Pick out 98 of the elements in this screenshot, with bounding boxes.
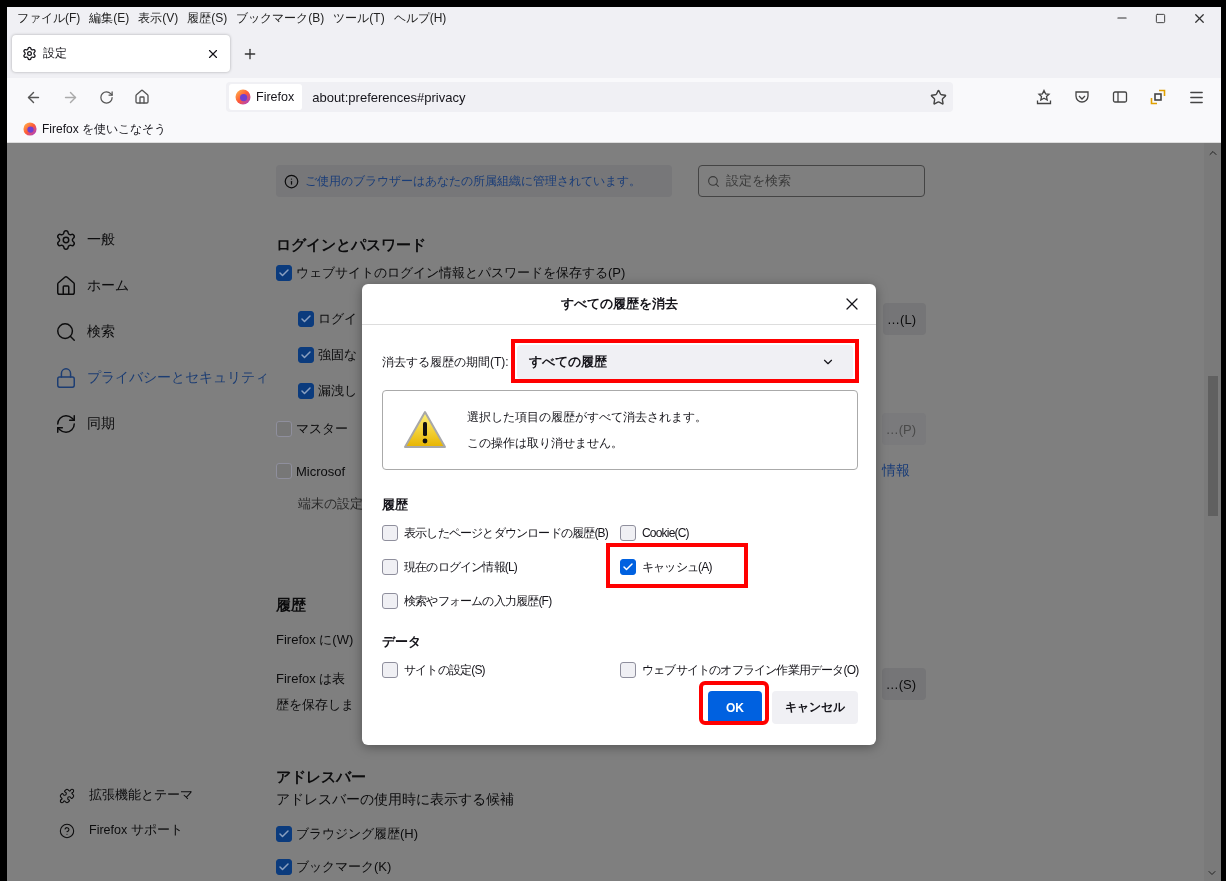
option-label: ウェブサイトのオフライン作業用データ(O) — [642, 661, 859, 679]
menu-item[interactable]: ブックマーク(B) — [236, 9, 325, 27]
check-icon — [278, 267, 290, 279]
check-icon — [300, 313, 312, 325]
puzzle-icon — [59, 787, 75, 804]
check-icon — [300, 349, 312, 361]
section-description: アドレスバーの使用時に表示する候補 — [276, 791, 514, 809]
search-placeholder: 設定を検索 — [726, 172, 791, 190]
settings-icon — [55, 229, 77, 251]
menu-item[interactable]: 履歴(S) — [187, 9, 228, 27]
extension-icon[interactable] — [1150, 89, 1166, 105]
option-label: Cookie(C) — [642, 526, 689, 540]
tab-title: 設定 — [43, 45, 68, 62]
sidebar-link[interactable]: 拡張機能とテーマ — [55, 778, 276, 813]
pocket-icon[interactable] — [1074, 89, 1090, 105]
sidebar-icon[interactable] — [1112, 89, 1128, 105]
sidebar-item[interactable]: ホーム — [55, 263, 276, 309]
menu-item[interactable]: ファイル(F) — [17, 9, 81, 27]
browser-tab[interactable]: 設定 — [12, 35, 230, 72]
sync-icon — [55, 413, 77, 435]
option-label: ブラウジング履歴(H) — [296, 825, 419, 843]
checkbox[interactable] — [298, 383, 314, 399]
checkbox[interactable] — [382, 559, 398, 575]
option-label: 現在のログイン情報(L) — [404, 558, 518, 576]
option-label: キャッシュ(A) — [642, 558, 712, 576]
info-icon — [284, 173, 299, 189]
option-label: 検索やフォームの入力履歴(F) — [404, 592, 552, 610]
menu-item[interactable]: ツール(T) — [333, 9, 385, 27]
checkbox[interactable] — [298, 311, 314, 327]
check-icon — [278, 861, 290, 873]
section-heading: アドレスバー — [276, 767, 366, 787]
option-note: 端末の設定 — [298, 496, 363, 513]
menu-item[interactable]: 編集(E) — [89, 9, 130, 27]
clear-history-button[interactable]: …(S) — [881, 668, 926, 700]
search-icon — [55, 321, 77, 343]
cancel-button[interactable]: キャンセル — [772, 691, 858, 724]
browser-logo-icon — [23, 122, 37, 136]
browser-logo-icon — [235, 89, 251, 105]
checkbox[interactable] — [276, 421, 292, 437]
option-label: 表示したページとダウンロードの履歴(B) — [404, 524, 608, 542]
section-heading: 履歴 — [276, 595, 306, 615]
settings-icon — [22, 46, 37, 61]
checkbox[interactable] — [382, 525, 398, 541]
reload-icon[interactable] — [99, 89, 114, 105]
sidebar-item[interactable]: 検索 — [55, 309, 276, 355]
help-icon — [59, 822, 75, 839]
group-heading: 履歴 — [382, 496, 408, 514]
checkbox[interactable] — [276, 826, 292, 842]
warning-text: 選択した項目の履歴がすべて消去されます。 この操作は取り消せません。 — [467, 409, 707, 452]
period-dropdown[interactable]: すべての履歴 — [516, 345, 853, 379]
period-label: 消去する履歴の期間(T): — [382, 353, 509, 371]
bookmark-item[interactable]: Firefox を使いこなそう — [23, 120, 166, 138]
checkbox[interactable] — [298, 347, 314, 363]
star-icon[interactable] — [930, 88, 947, 106]
notice-text: ご使用のブラウザーはあなたの所属組織に管理されています。 — [305, 173, 641, 189]
search-icon — [707, 174, 720, 188]
lock-icon — [55, 367, 77, 389]
section-heading: ログインとパスワード — [276, 235, 426, 255]
checkbox[interactable] — [276, 265, 292, 281]
check-icon — [300, 385, 312, 397]
history-mode-label: Firefox に(W) — [276, 631, 354, 649]
checkbox[interactable] — [620, 662, 636, 678]
url-text: about:preferences#privacy — [312, 89, 467, 105]
home-icon[interactable] — [134, 89, 150, 105]
option-label: Microsof — [296, 463, 346, 479]
maximize-icon[interactable] — [1155, 12, 1166, 24]
checkbox[interactable] — [620, 559, 636, 575]
checkbox[interactable] — [276, 859, 292, 875]
history-description: Firefox は表 歴を保存しま — [276, 670, 354, 714]
address-field[interactable]: Firefox about:preferences#privacy — [226, 82, 953, 112]
settings-button[interactable]: …(L) — [883, 303, 926, 335]
checkbox[interactable] — [382, 593, 398, 609]
scrollbar[interactable] — [1204, 143, 1221, 881]
menu-item[interactable]: ヘルプ(H) — [393, 9, 447, 27]
option-label: 漏洩し — [318, 382, 357, 400]
check-icon — [278, 828, 290, 840]
site-identity-chip[interactable]: Firefox — [229, 84, 303, 110]
option-label: ブックマーク(K) — [296, 858, 392, 876]
dialog-title: すべての履歴を消去 — [560, 295, 678, 313]
sidebar-link[interactable]: Firefox サポート — [55, 813, 276, 848]
sidebar-item[interactable]: 一般 — [55, 217, 276, 263]
star-tray-icon[interactable] — [1036, 89, 1052, 105]
option-label: ウェブサイトのログイン情報とパスワードを保存する(P) — [296, 264, 626, 282]
checkbox[interactable] — [382, 662, 398, 678]
warning-icon — [403, 410, 447, 450]
option-label: マスター — [296, 420, 348, 438]
option-label: ログイ — [318, 310, 357, 328]
sidebar-item[interactable]: 同期 — [55, 401, 276, 447]
checkbox[interactable] — [276, 463, 292, 479]
menu-item[interactable]: 表示(V) — [138, 9, 179, 27]
check-icon — [622, 561, 634, 573]
scrollbar-thumb[interactable] — [1208, 376, 1218, 516]
checkbox[interactable] — [620, 525, 636, 541]
site-label: Firefox — [256, 90, 295, 104]
group-heading: データ — [382, 633, 421, 651]
home-icon — [55, 275, 77, 297]
option-label: 強固な — [318, 346, 357, 364]
option-label: サイトの設定(S) — [404, 661, 485, 679]
